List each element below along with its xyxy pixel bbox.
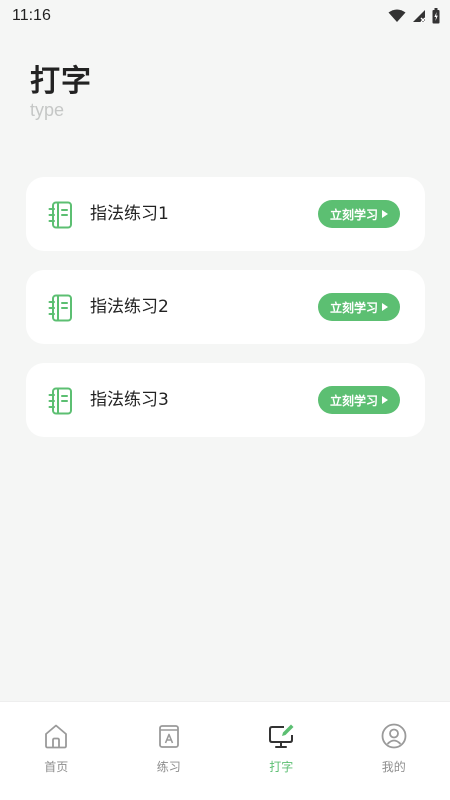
play-icon (382, 210, 388, 218)
exercise-card[interactable]: 指法练习2 立刻学习 (26, 270, 425, 344)
nav-item-typing[interactable]: 打字 (225, 702, 338, 800)
typing-screen: 11:16 打字 type 指法练习1 立刻学习 指法练习2 立刻学习 指法练习… (0, 0, 450, 800)
page-title: 打字 (30, 64, 92, 99)
play-icon (382, 396, 388, 404)
nav-label-practice: 练习 (156, 760, 181, 774)
cell-signal-icon (413, 10, 426, 23)
status-time: 11:16 (12, 7, 51, 24)
nav-label-profile: 我的 (381, 760, 406, 774)
notebook-icon (48, 294, 72, 322)
exercise-card[interactable]: 指法练习3 立刻学习 (26, 363, 425, 437)
status-icons (388, 8, 440, 24)
start-learning-button[interactable]: 立刻学习 (318, 386, 400, 414)
battery-icon (432, 8, 440, 24)
nav-label-home: 首页 (44, 760, 69, 774)
start-learning-label: 立刻学习 (329, 207, 378, 222)
start-learning-button[interactable]: 立刻学习 (318, 293, 400, 321)
nav-item-profile[interactable]: 我的 (338, 702, 450, 800)
typing-monitor-icon (269, 724, 294, 748)
play-icon (382, 303, 388, 311)
notebook-icon (48, 201, 72, 229)
exercise-list: 指法练习1 立刻学习 指法练习2 立刻学习 指法练习3 立刻学习 (26, 177, 425, 456)
start-learning-label: 立刻学习 (329, 393, 378, 408)
page-subtitle: type (30, 100, 65, 120)
nav-item-home[interactable]: 首页 (0, 702, 113, 800)
bottom-nav: 首页 练习 打字 我的 (0, 701, 450, 800)
exercise-card-title: 指法练习1 (90, 204, 169, 224)
nav-label-typing: 打字 (269, 760, 294, 774)
profile-icon (381, 723, 407, 749)
exercise-card-title: 指法练习2 (90, 297, 169, 317)
start-learning-button[interactable]: 立刻学习 (318, 200, 400, 228)
status-bar: 11:16 (0, 0, 450, 32)
notebook-icon (48, 387, 72, 415)
practice-book-icon (158, 725, 179, 748)
wifi-icon (388, 9, 406, 22)
exercise-card-title: 指法练习3 (90, 390, 169, 410)
start-learning-label: 立刻学习 (329, 300, 378, 315)
nav-item-practice[interactable]: 练习 (113, 702, 226, 800)
exercise-card[interactable]: 指法练习1 立刻学习 (26, 177, 425, 251)
home-icon (45, 724, 68, 749)
